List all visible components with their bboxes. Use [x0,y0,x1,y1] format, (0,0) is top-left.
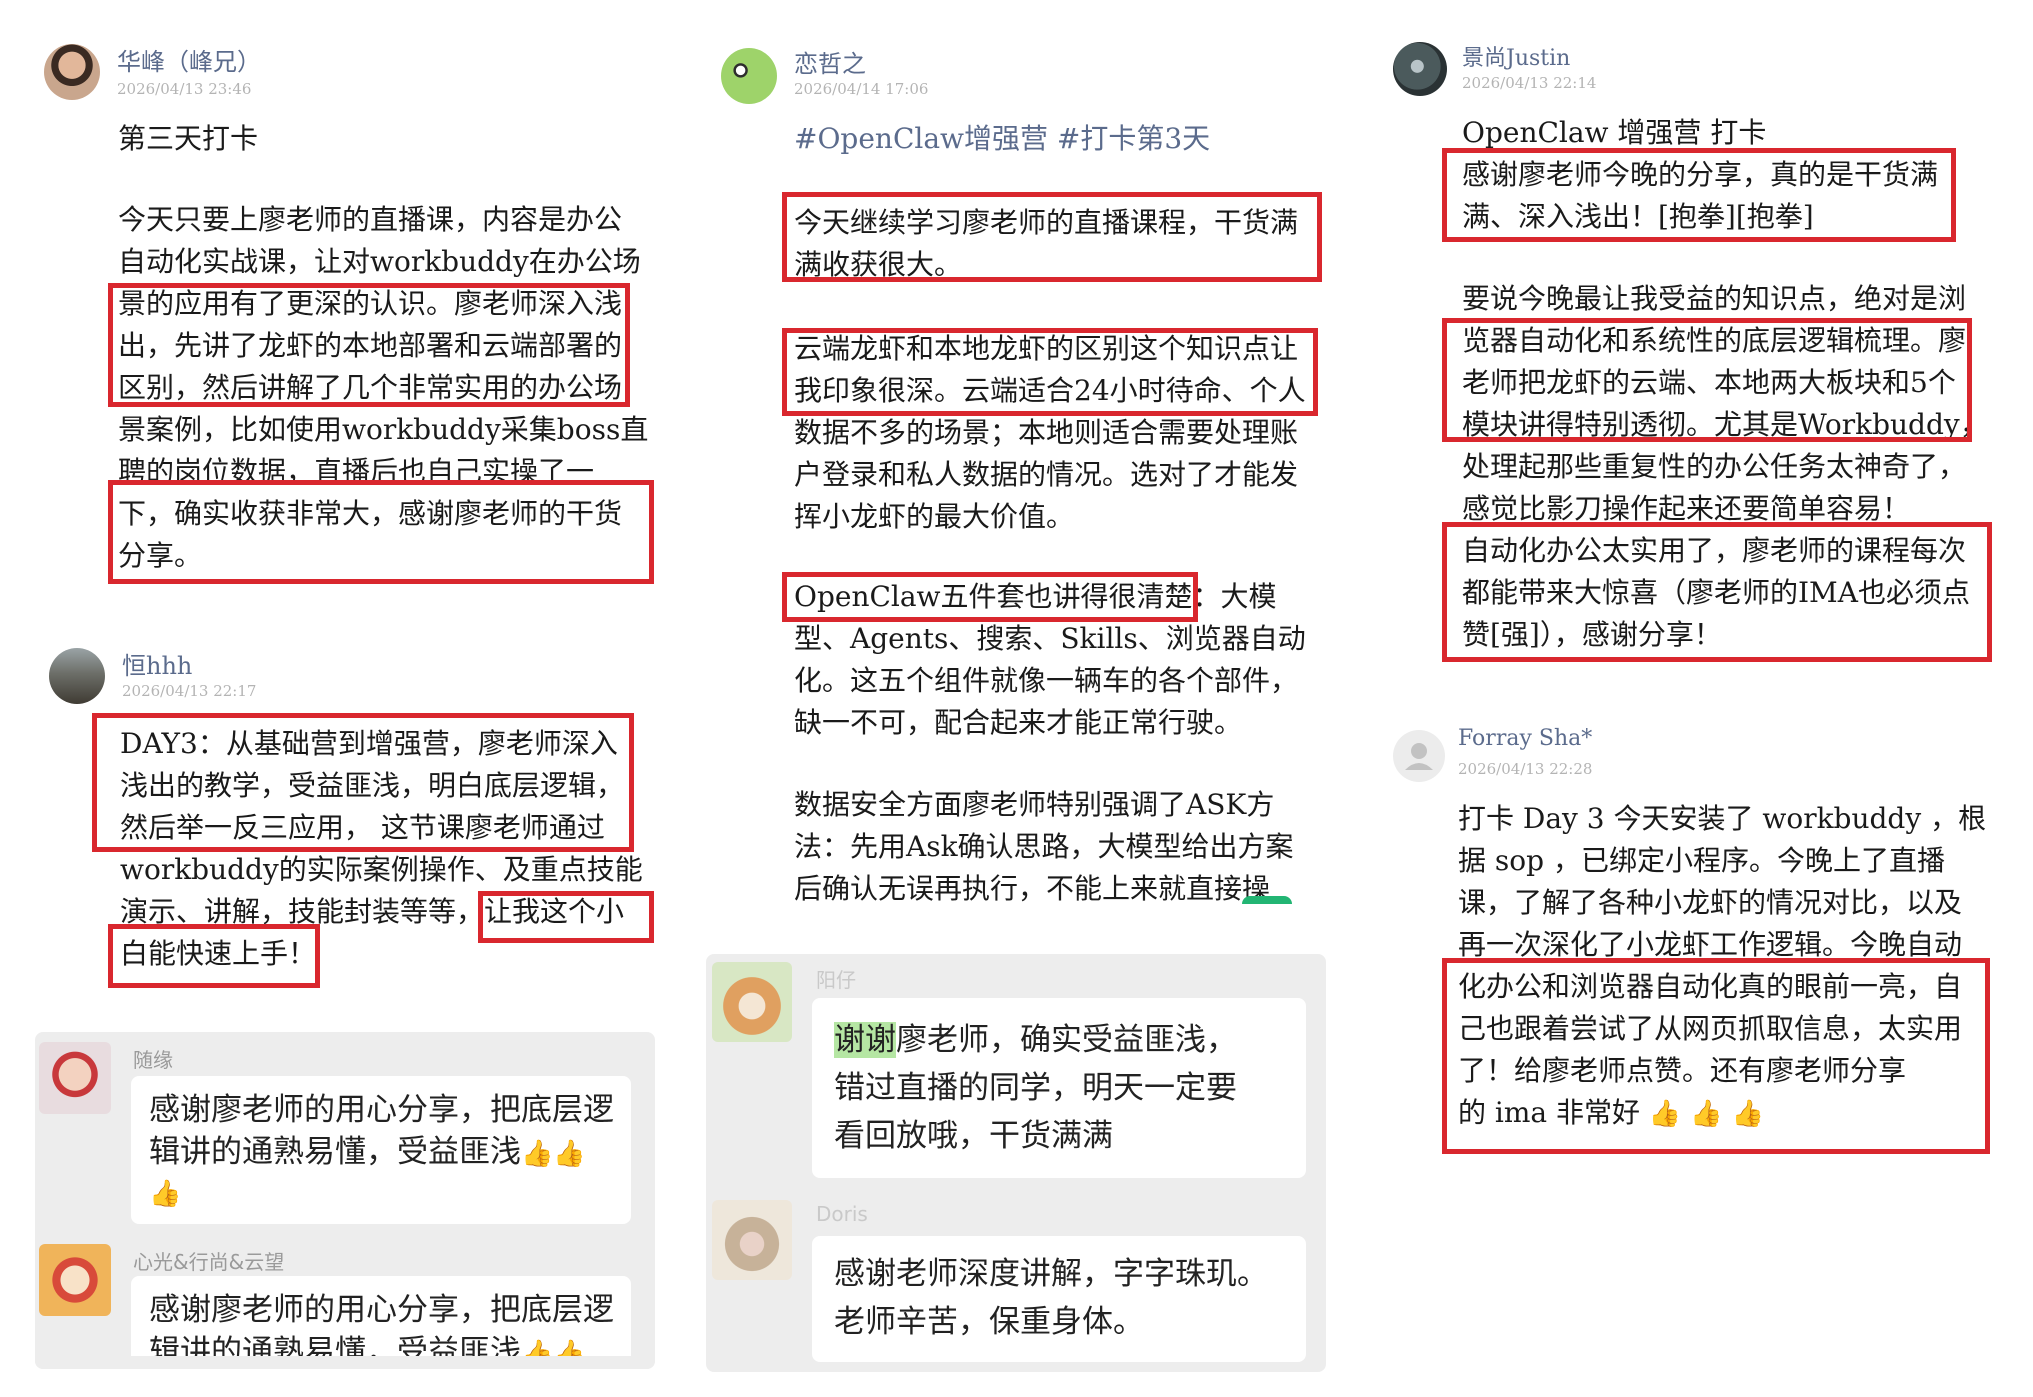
post-text-line: 要说今晚最让我受益的知识点，绝对是浏 [1462,282,1967,315]
highlight-box [92,713,634,852]
default-user-icon [1405,743,1433,770]
thumbs-up-icon: 👍 [521,1139,554,1169]
chat-text-line: 看回放哦，干货满满 [834,1118,1113,1154]
text-clip-edge [780,904,1340,920]
post-text-line: 打卡 Day 3 今天安装了 workbuddy ，根 [1458,802,1987,835]
avatar[interactable] [712,1200,792,1280]
chat-bubble: 谢谢廖老师，确实受益匪浅， 错过直播的同学，明天一定要 看回放哦，干货满满 [812,998,1306,1178]
chat-text-line: 老师辛苦，保重身体。 [834,1304,1144,1340]
avatar[interactable] [712,962,792,1042]
highlighted-word: 谢谢 [834,1022,896,1058]
highlight-box [782,328,1318,416]
chat-text-line: 感谢廖老师的用心分享，把底层逻 [149,1092,614,1128]
chat-text-line-wrap: 辑讲的通熟易懂，受益匪浅👍👍 [149,1128,586,1178]
avatar[interactable] [39,1042,111,1114]
thumbs-up-icon: 👍 [553,1139,586,1169]
post-text-line: 化。这五个组件就像一辆车的各个部件， [794,664,1299,697]
highlight-box [108,480,654,584]
chat-sender-name: 随缘 [133,1048,173,1072]
chat-text-line: 辑讲的通熟易懂，受益匪浅 [149,1134,521,1170]
post-time: 2026/04/13 22:17 [122,682,257,700]
highlight-box [1442,522,1992,662]
avatar[interactable] [39,1244,111,1316]
chat-screenshot: 阳仔 谢谢廖老师，确实受益匪浅， 错过直播的同学，明天一定要 看回放哦，干货满满… [706,954,1326,1372]
post-text-line: 型、Agents、搜索、Skills、浏览器自动 [794,622,1306,655]
post-text-line: 户登录和私人数据的情况。选对了才能发 [794,458,1299,491]
chat-text-line: 错过直播的同学，明天一定要 [834,1070,1237,1106]
post-text-line: 挥小龙虾的最大价值。 [794,500,1075,533]
post-text-line: 课，了解了各种小龙虾的情况对比，以及 [1458,886,1963,919]
highlight-box [1442,958,1990,1154]
hashtag-link[interactable]: #OpenClaw增强营 #打卡第3天 [794,118,1210,160]
username[interactable]: 景尚Justin [1462,40,1570,72]
scroll-indicator [1242,896,1292,904]
username[interactable]: 华峰（峰兄） [117,42,261,77]
highlight-box [108,283,630,407]
post-time: 2026/04/13 23:46 [117,80,252,98]
post-time: 2026/04/13 22:28 [1458,760,1593,778]
avatar[interactable] [721,48,777,104]
avatar[interactable] [1393,730,1445,782]
post-text-line: 景案例，比如使用workbuddy采集boss直 [118,413,649,446]
thumbs-up-icon: 👍 [149,1179,182,1209]
panel-bottom-edge [35,1356,655,1369]
chat-bubble: 感谢老师深度讲解，字字珠玑。 老师辛苦，保重身体。 [812,1236,1306,1362]
post-text-line: 法：先用Ask确认思路，大模型给出方案 [794,830,1294,863]
highlight-box [1442,148,1956,242]
avatar[interactable] [49,648,105,704]
avatar[interactable] [44,44,100,100]
chat-text-line: 感谢老师深度讲解，字字珠玑。 [834,1256,1268,1292]
avatar[interactable] [1393,42,1447,96]
username[interactable]: 恋哲之 [794,44,866,79]
chat-sender-name: Doris [816,1202,868,1226]
highlight-box [478,891,654,943]
chat-bubble: 感谢廖老师的用心分享，把底层逻 辑讲的通熟易懂，受益匪浅👍👍 👍 [131,1076,631,1224]
post-text-line: 处理起那些重复性的办公任务太神奇了， [1462,450,1967,483]
chat-screenshot: 随缘 感谢廖老师的用心分享，把底层逻 辑讲的通熟易懂，受益匪浅👍👍 👍 心光&行… [35,1032,655,1369]
highlight-box [1442,318,1972,442]
post-text-line: 缺一不可，配合起来才能正常行驶。 [794,706,1243,739]
highlight-box [782,192,1322,282]
post-time: 2026/04/14 17:06 [794,80,929,98]
chat-sender-name: 心光&行尚&云望 [133,1250,285,1274]
username[interactable]: Forray Sha* [1458,726,1592,751]
chat-text-line: 廖老师，确实受益匪浅， [896,1022,1237,1058]
post-text-line: 今天只要上廖老师的直播课，内容是办公 [118,203,623,236]
post-text-line: 数据安全方面廖老师特别强调了ASK方 [794,788,1275,821]
post-text-line: workbuddy的实际案例操作、及重点技能 [120,853,643,886]
chat-sender-name: 阳仔 [816,968,856,992]
username[interactable]: 恒hhh [122,646,192,681]
highlight-box [108,924,320,988]
post-time: 2026/04/13 22:14 [1462,74,1597,92]
post-text-line: 数据不多的场景；本地则适合需要处理账 [794,416,1299,449]
chat-text-line-wrap: 👍 [149,1168,181,1218]
highlight-box [782,572,1198,622]
post-text-line: 自动化实战课，让对workbuddy在办公场 [118,245,641,278]
chat-text-line: 感谢廖老师的用心分享，把底层逻 [149,1292,614,1328]
post-text-line: 据 sop ，已绑定小程序。今晚上了直播 [1458,844,1945,877]
post-text-line: 第三天打卡 [118,122,259,155]
chat-text-line-wrap: 谢谢廖老师，确实受益匪浅， [834,1016,1237,1064]
